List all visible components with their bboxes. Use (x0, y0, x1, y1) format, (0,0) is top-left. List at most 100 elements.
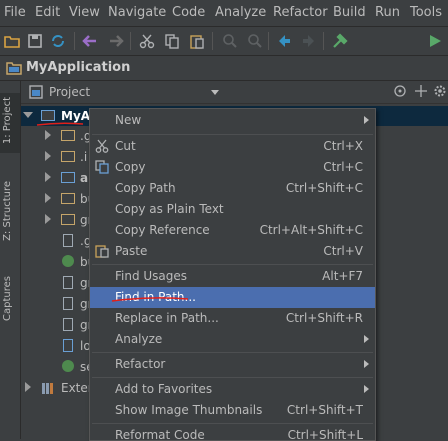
undo-icon[interactable] (82, 33, 98, 49)
file-icon (63, 297, 73, 310)
chevron-right-icon[interactable] (45, 130, 51, 140)
menu-item-label: Copy (115, 160, 146, 174)
menu-item-shortcut: Ctrl+Shift+L (287, 428, 363, 441)
copy-icon[interactable] (164, 33, 180, 49)
tab-project[interactable]: 1: Project (2, 97, 13, 144)
toolbar-separator (323, 32, 324, 50)
paste-icon[interactable] (189, 33, 205, 49)
submenu-arrow-icon (364, 335, 369, 343)
open-folder-icon[interactable] (4, 33, 20, 49)
folder-icon (61, 130, 75, 141)
menu-navigate[interactable]: Navigate (108, 5, 166, 20)
red-underline-annotation (111, 297, 189, 302)
chevron-down-icon[interactable] (211, 90, 219, 95)
chevron-right-icon[interactable] (45, 193, 51, 203)
menu-item-label: New (115, 113, 142, 127)
folder-icon (61, 193, 75, 204)
menu-file[interactable]: File (4, 5, 26, 20)
project-panel-header: Project (21, 81, 448, 104)
menu-tools[interactable]: Tools (410, 5, 442, 20)
libraries-icon (42, 383, 53, 394)
tree-label: Exter (61, 381, 93, 395)
chevron-right-icon[interactable] (45, 214, 51, 224)
menu-analyze[interactable]: Analyze (215, 5, 266, 20)
menu-item-shortcut: Ctrl+C (323, 160, 363, 174)
menu-item-add-to-favorites[interactable]: Add to Favorites (90, 379, 375, 400)
build-hammer-icon[interactable] (332, 33, 348, 49)
tab-structure[interactable]: Z: Structure (2, 181, 13, 241)
menu-item-copy-path[interactable]: Copy Path Ctrl+Shift+C (90, 178, 375, 199)
toolbar: app (0, 27, 448, 79)
menu-item-refactor[interactable]: Refactor (90, 354, 375, 375)
project-folder-icon (6, 62, 22, 75)
menu-item-copy-reference[interactable]: Copy Reference Ctrl+Alt+Shift+C (90, 220, 375, 241)
menu-item-show-image-thumbnails[interactable]: Show Image Thumbnails Ctrl+Shift+T (90, 400, 375, 421)
menu-item-label: Find Usages (115, 269, 188, 283)
menu-item-replace-in-path[interactable]: Replace in Path... Ctrl+Shift+R (90, 308, 375, 329)
forward-icon[interactable] (301, 33, 317, 49)
tree-label: .i (80, 150, 88, 164)
save-icon[interactable] (27, 33, 43, 49)
back-icon[interactable] (276, 33, 292, 49)
cut-icon[interactable] (139, 33, 155, 49)
menu-code[interactable]: Code (172, 5, 205, 20)
redo-icon[interactable] (108, 33, 124, 49)
menu-view[interactable]: View (69, 5, 100, 20)
collapse-all-icon[interactable] (414, 84, 428, 98)
menu-run[interactable]: Run (375, 5, 400, 20)
run-icon[interactable] (427, 33, 443, 49)
menu-item-shortcut: Ctrl+X (323, 139, 363, 153)
paste-icon (95, 245, 109, 258)
menu-item-label: Paste (115, 244, 148, 258)
menu-item-label: Reformat Code (115, 428, 205, 441)
menu-item-copy[interactable]: Copy Ctrl+C (90, 157, 375, 178)
menu-item-analyze[interactable]: Analyze (90, 329, 375, 350)
menu-item-label: Analyze (115, 332, 163, 346)
file-icon (63, 339, 73, 352)
toolbar-separator (130, 32, 131, 50)
gradle-file-icon (62, 255, 74, 267)
context-menu: New Cut Ctrl+X Copy Ctrl+C Copy Path Ctr… (89, 108, 376, 441)
submenu-arrow-icon (364, 385, 369, 393)
menu-item-shortcut: Ctrl+Shift+R (285, 311, 363, 325)
file-icon (63, 318, 73, 331)
toolbar-separator (212, 32, 213, 50)
menu-item-cut[interactable]: Cut Ctrl+X (90, 136, 375, 157)
scroll-from-source-icon[interactable] (393, 84, 407, 98)
toolbar-separator (268, 32, 269, 50)
menu-edit[interactable]: Edit (35, 5, 60, 20)
left-tool-strip: 1: Project Z: Structure Captures (0, 81, 21, 439)
menu-build[interactable]: Build (333, 5, 366, 20)
module-folder-icon (61, 172, 75, 183)
menu-refactor[interactable]: Refactor (273, 5, 328, 20)
menu-item-shortcut: Alt+F7 (322, 269, 363, 283)
menu-bar: File Edit View Navigate Code Analyze Ref… (0, 0, 448, 27)
breadcrumb-project[interactable]: MyApplication (26, 60, 130, 75)
menu-item-find-usages[interactable]: Find Usages Alt+F7 (90, 266, 375, 287)
menu-item-label: Cut (115, 139, 136, 153)
submenu-arrow-icon (364, 116, 369, 124)
menu-item-copy-plain-text[interactable]: Copy as Plain Text (90, 199, 375, 220)
find-icon[interactable] (222, 33, 238, 49)
navigation-bar: MyApplication (0, 56, 448, 81)
replace-icon[interactable] (247, 33, 263, 49)
file-icon (63, 276, 73, 289)
toolbar-separator (74, 32, 75, 50)
menu-item-paste[interactable]: Paste Ctrl+V (90, 241, 375, 262)
menu-item-label: Copy as Plain Text (115, 202, 224, 216)
chevron-right-icon[interactable] (25, 382, 31, 392)
menu-item-shortcut: Ctrl+Shift+T (286, 403, 363, 417)
chevron-right-icon[interactable] (45, 151, 51, 161)
project-view-selector[interactable]: Project (49, 85, 90, 99)
menu-item-label: Add to Favorites (115, 382, 213, 396)
gear-icon[interactable] (433, 84, 447, 98)
gradle-file-icon (62, 360, 74, 372)
menu-item-new[interactable]: New (90, 110, 375, 131)
tab-captures[interactable]: Captures (2, 276, 13, 321)
project-view-icon (29, 85, 43, 99)
chevron-down-icon[interactable] (23, 112, 33, 118)
menu-separator (92, 264, 373, 265)
sync-icon[interactable] (50, 33, 66, 49)
chevron-right-icon[interactable] (45, 172, 51, 182)
folder-icon (61, 151, 75, 162)
